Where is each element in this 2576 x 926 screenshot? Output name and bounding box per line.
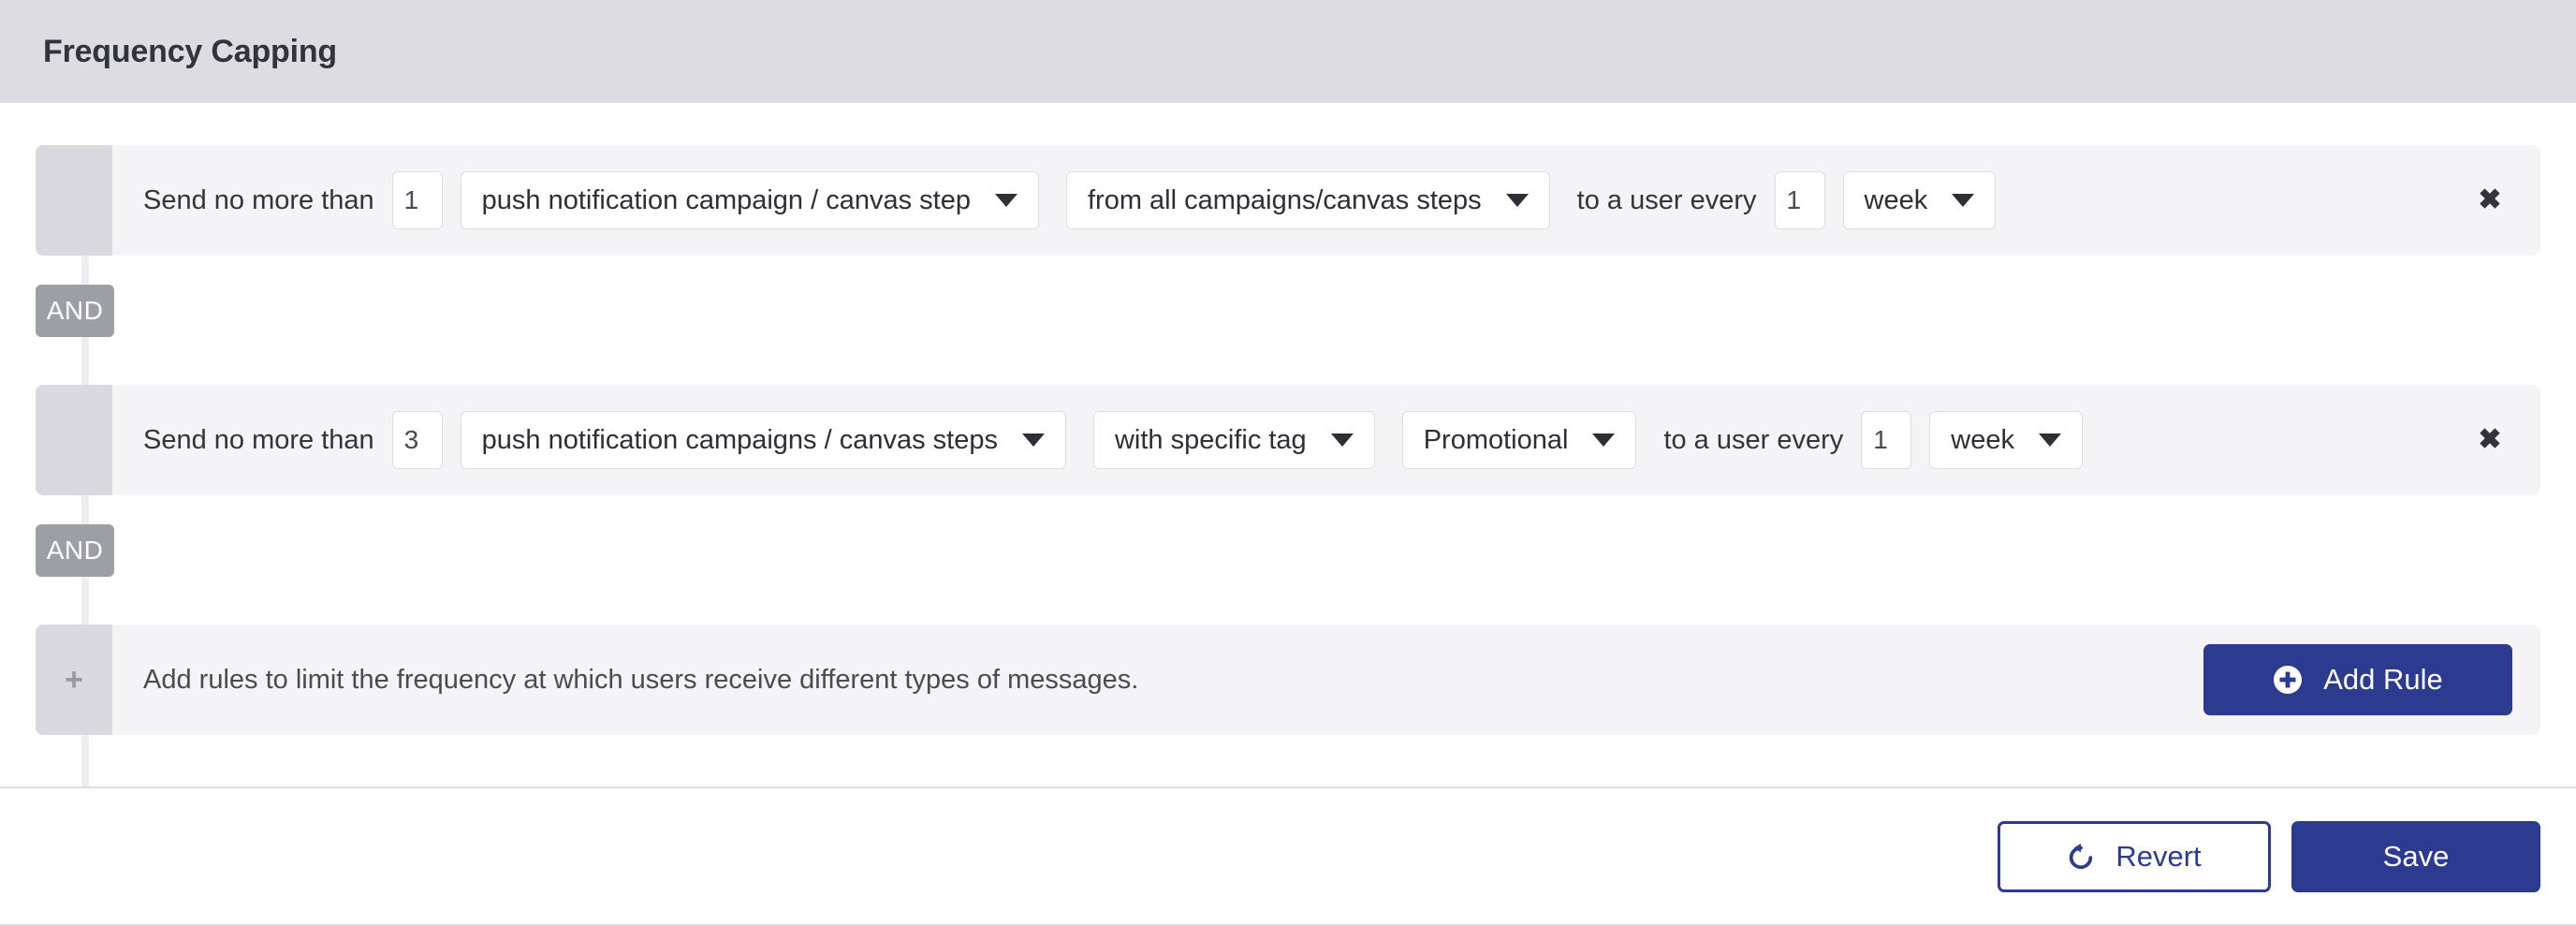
rule-interval-input[interactable] (1774, 171, 1825, 229)
and-connector-badge: AND (36, 524, 114, 577)
add-rule-button-label: Add Rule (2323, 663, 2443, 696)
add-rule-body: Add rules to limit the frequency at whic… (112, 625, 2540, 735)
rule-body: Send no more than push notification camp… (112, 145, 2540, 256)
chevron-down-icon (1952, 194, 1975, 207)
scope-select-value: with specific tag (1114, 424, 1307, 455)
drag-handle-icon[interactable] (36, 385, 112, 495)
rule-count-input[interactable] (391, 411, 443, 469)
rule-prefix-label: Send no more than (143, 184, 374, 215)
delete-rule-button[interactable]: ✖ (2467, 178, 2512, 223)
undo-icon (2070, 843, 2093, 869)
message-type-select-value: push notification campaigns / canvas ste… (481, 424, 998, 455)
message-type-select[interactable]: push notification campaign / canvas step (460, 171, 1039, 229)
revert-button[interactable]: Revert (1998, 820, 2271, 892)
panel-header: Frequency Capping (0, 0, 2576, 103)
scope-select-value: from all campaigns/canvas steps (1087, 184, 1482, 215)
rule-count-input[interactable] (391, 171, 443, 229)
and-connector-label: AND (46, 296, 104, 325)
delete-rule-button[interactable]: ✖ (2467, 418, 2512, 463)
chevron-down-icon (2038, 434, 2061, 447)
rule-row[interactable]: Send no more than push notification camp… (36, 385, 2540, 495)
rules-area: Send no more than push notification camp… (0, 103, 2576, 847)
drag-handle-icon[interactable] (36, 145, 112, 256)
add-rule-button[interactable]: Add Rule (2203, 644, 2512, 715)
revert-button-label: Revert (2115, 839, 2202, 873)
chevron-down-icon (1505, 194, 1529, 207)
page-title: Frequency Capping (43, 33, 337, 69)
interval-unit-select-value: week (1951, 424, 2014, 455)
chevron-down-icon (1592, 434, 1616, 447)
save-button[interactable]: Save (2291, 820, 2540, 892)
rule-interval-input[interactable] (1861, 411, 1912, 469)
message-type-select[interactable]: push notification campaigns / canvas ste… (460, 411, 1066, 469)
tag-select-value: Promotional (1423, 424, 1569, 455)
rule-body: Send no more than push notification camp… (112, 385, 2540, 495)
plus-circle-icon (2274, 666, 2303, 694)
scope-select[interactable]: from all campaigns/canvas steps (1065, 171, 1550, 229)
rule-every-label: to a user every (1663, 424, 1844, 455)
interval-unit-select[interactable]: week (1929, 411, 2083, 469)
interval-unit-select-value: week (1864, 184, 1928, 215)
chevron-down-icon (1330, 434, 1354, 447)
add-rule-row: + Add rules to limit the frequency at wh… (36, 625, 2540, 735)
save-button-label: Save (2382, 839, 2450, 873)
interval-unit-select[interactable]: week (1842, 171, 1997, 229)
rule-row[interactable]: Send no more than push notification camp… (36, 145, 2540, 256)
frequency-capping-panel: Frequency Capping Send no more than push… (0, 0, 2576, 926)
chevron-down-icon (1021, 434, 1045, 447)
scope-select[interactable]: with specific tag (1092, 411, 1375, 469)
tag-select[interactable]: Promotional (1401, 411, 1637, 469)
and-connector-label: AND (46, 536, 104, 565)
rule-prefix-label: Send no more than (143, 424, 374, 455)
close-icon: ✖ (2478, 184, 2502, 215)
and-connector-badge: AND (36, 285, 114, 337)
rule-every-label: to a user every (1576, 184, 1757, 215)
close-icon: ✖ (2478, 424, 2502, 455)
chevron-down-icon (994, 194, 1017, 207)
add-rule-description: Add rules to limit the frequency at whic… (143, 664, 1139, 695)
footer-actions: Revert Save (0, 788, 2576, 924)
plus-icon[interactable]: + (36, 625, 112, 735)
message-type-select-value: push notification campaign / canvas step (481, 184, 971, 215)
